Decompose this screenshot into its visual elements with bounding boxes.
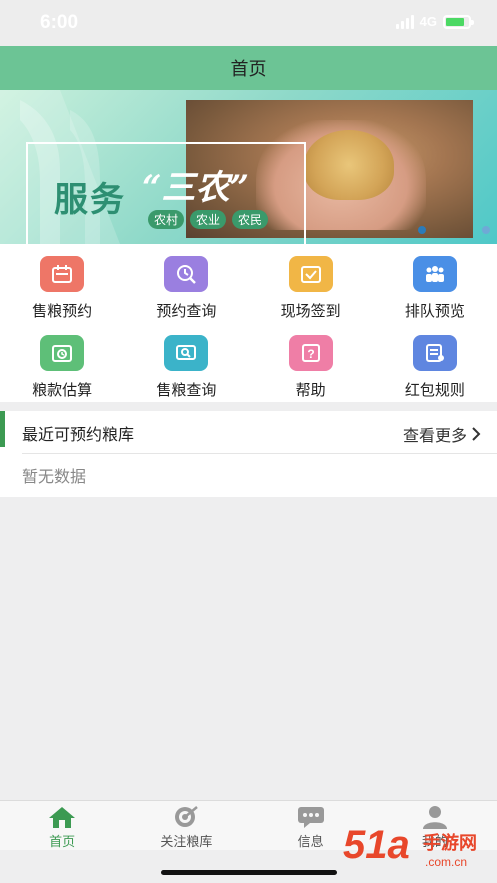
grid-item-sell-grain-appointment[interactable]: 售粮预约 bbox=[0, 244, 124, 323]
section-accent-bar bbox=[0, 411, 5, 447]
banner-slogan: 服务 bbox=[54, 180, 126, 220]
banner-tag: 农业 bbox=[190, 210, 227, 229]
status-icons: 4G bbox=[395, 14, 474, 29]
grid-item-help[interactable]: ? 帮助 bbox=[249, 323, 373, 402]
view-more-link[interactable]: 查看更多 bbox=[403, 422, 481, 446]
grid-label: 粮款估算 bbox=[32, 381, 93, 399]
carousel-dot-active[interactable] bbox=[418, 226, 426, 234]
home-icon bbox=[49, 807, 76, 828]
watermark-url: .com.cn bbox=[425, 855, 468, 869]
banner-tags: 农村 农业 农民 bbox=[148, 210, 269, 229]
grid-item-queue-preview[interactable]: 排队预览 bbox=[373, 244, 497, 323]
tab-label: 首页 bbox=[49, 835, 76, 850]
grid-item-appointment-query[interactable]: 预约查询 bbox=[124, 244, 248, 323]
calendar-icon bbox=[40, 256, 85, 292]
grid-label: 帮助 bbox=[295, 381, 326, 399]
nav-bar: 首页 bbox=[0, 46, 497, 90]
section-title: 最近可预约粮库 bbox=[22, 425, 135, 444]
carousel-dot[interactable] bbox=[482, 226, 490, 234]
grid-item-red-packet-rules[interactable]: 红包规则 bbox=[373, 323, 497, 402]
svg-text:?: ? bbox=[307, 347, 314, 361]
banner-tag: 农民 bbox=[232, 210, 269, 229]
grid-item-payment-estimate[interactable]: 粮款估算 bbox=[0, 323, 124, 402]
empty-state-text: 暂无数据 bbox=[22, 467, 87, 486]
grid-label: 排队预览 bbox=[404, 302, 465, 320]
tab-followed-depots[interactable]: 关注粮库 bbox=[124, 801, 248, 850]
banner-tag: 农村 bbox=[148, 210, 185, 229]
network-type: 4G bbox=[419, 14, 437, 29]
rules-icon bbox=[412, 335, 457, 371]
queue-icon bbox=[412, 256, 457, 292]
status-bar: 6:00 4G bbox=[0, 0, 497, 46]
estimate-icon bbox=[40, 335, 85, 371]
grid-label: 预约查询 bbox=[156, 302, 217, 320]
tab-home[interactable]: 首页 bbox=[0, 801, 124, 850]
banner-carousel[interactable]: 服务 “三农” 农村 农业 农民 bbox=[0, 90, 497, 244]
signal-icon bbox=[395, 14, 414, 29]
function-grid: 售粮预约 预约查询 现场签到 排队预览 粮款估算 售粮查询 ? 帮助 红包规则 bbox=[0, 244, 497, 402]
grid-label: 售粮预约 bbox=[32, 302, 93, 320]
tab-label: 关注粮库 bbox=[160, 835, 213, 850]
status-time: 6:00 bbox=[40, 12, 79, 33]
view-more-label: 查看更多 bbox=[402, 426, 467, 445]
watermark-text: 手游网 bbox=[423, 833, 477, 854]
sale-search-icon bbox=[164, 335, 209, 371]
message-icon bbox=[297, 807, 324, 828]
target-icon bbox=[175, 806, 199, 827]
grid-item-sale-query[interactable]: 售粮查询 bbox=[124, 323, 248, 402]
recent-depots-section: 最近可预约粮库 查看更多 暂无数据 bbox=[0, 411, 497, 497]
page-title: 首页 bbox=[230, 59, 267, 80]
tab-label: 信息 bbox=[297, 835, 324, 850]
watermark-logo: 51a 手游网 .com.cn bbox=[343, 823, 493, 877]
grid-label: 现场签到 bbox=[280, 302, 341, 320]
home-indicator[interactable] bbox=[161, 870, 337, 875]
watermark-number: 51a bbox=[343, 823, 410, 867]
battery-icon bbox=[443, 14, 474, 29]
chevron-right-icon bbox=[472, 427, 481, 441]
grid-label: 售粮查询 bbox=[156, 381, 217, 399]
divider bbox=[22, 453, 497, 454]
grid-label: 红包规则 bbox=[404, 381, 465, 399]
checkin-icon bbox=[288, 256, 333, 292]
grid-item-onsite-checkin[interactable]: 现场签到 bbox=[249, 244, 373, 323]
help-icon: ? bbox=[288, 335, 333, 371]
banner-slogan-quote: “三农” bbox=[142, 168, 250, 208]
search-clock-icon bbox=[164, 256, 209, 292]
